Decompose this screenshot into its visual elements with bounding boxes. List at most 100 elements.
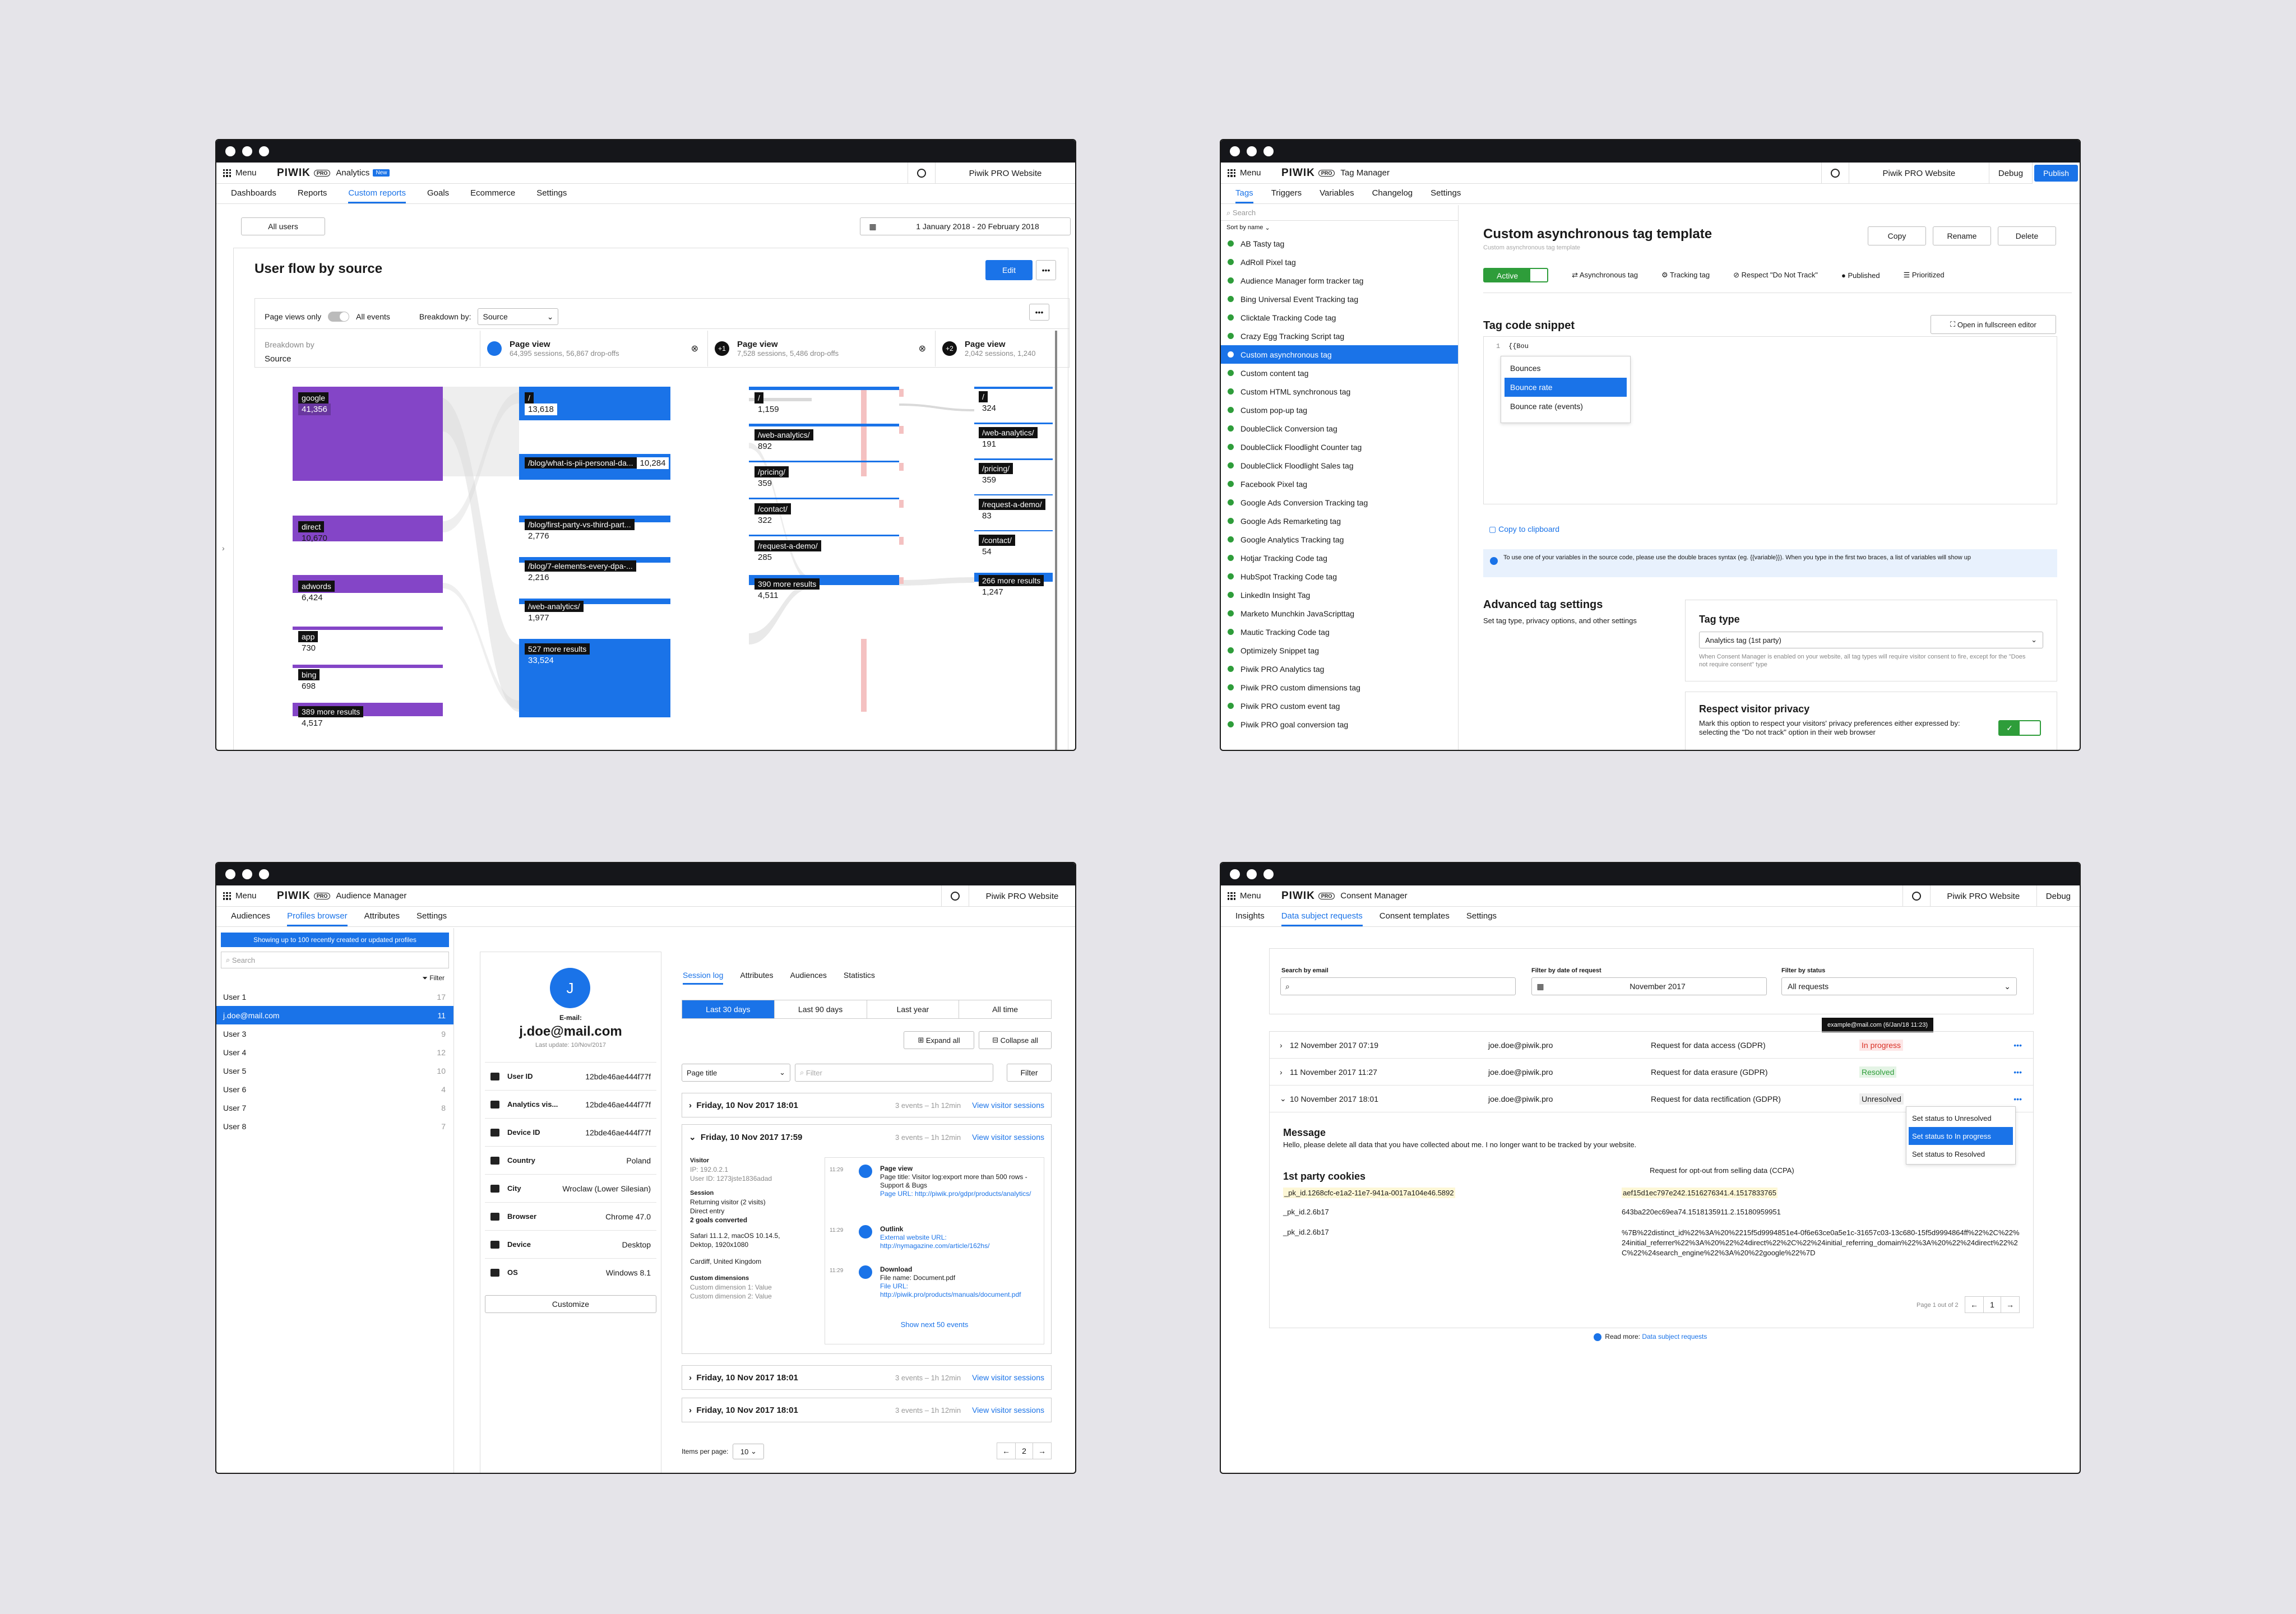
email-search-input[interactable]: ⌕ [1280,977,1516,995]
debug-button[interactable]: Debug [2036,885,2080,907]
filter-button[interactable]: ⏷ Filter [216,968,453,987]
tag-list-item[interactable]: Piwik PRO goal conversion tag [1221,715,1458,734]
fullscreen-button[interactable]: ⛶ Open in fullscreen editor [1931,315,2056,334]
read-more-link[interactable]: Data subject requests [1642,1333,1707,1341]
tag-list-item[interactable]: HubSpot Tracking Code tag [1221,567,1458,586]
table-row[interactable]: › 11 November 2017 11:27 joe.doe@piwik.pro… [1270,1059,2033,1086]
tag-list-item[interactable]: Custom pop-up tag [1221,401,1458,419]
tag-list-item[interactable]: Piwik PRO custom event tag [1221,697,1458,715]
view-sessions-link[interactable]: View visitor sessions [972,1406,1044,1414]
tag-list-item[interactable]: Crazy Egg Tracking Script tag [1221,327,1458,345]
table-row[interactable]: › 12 November 2017 07:19 joe.doe@piwik.pro… [1270,1032,2033,1059]
items-select[interactable]: 10 ⌄ [733,1444,765,1459]
tag-list-item[interactable]: Google Ads Conversion Tracking tag [1221,493,1458,512]
tag-list-item[interactable]: LinkedIn Insight Tag [1221,586,1458,604]
user-list-item[interactable]: User 78 [216,1098,453,1117]
tag-list-item[interactable]: Custom asynchronous tag [1221,345,1458,364]
globe-icon[interactable] [1902,885,1930,907]
copy-button[interactable]: Copy [1868,226,1926,245]
window-control[interactable] [1263,869,1274,879]
tag-list-item[interactable]: Piwik PRO Analytics tag [1221,660,1458,678]
tag-list-item[interactable]: Piwik PRO custom dimensions tag [1221,678,1458,697]
range-90-days[interactable]: Last 90 days [774,1000,867,1018]
tag-list-item[interactable]: Marketo Munchkin JavaScripttag [1221,604,1458,623]
more-options-icon[interactable]: ••• [2013,1094,2022,1103]
next-page-icon[interactable]: → [1033,1443,1051,1459]
tag-search-input[interactable]: ⌕ Search [1221,205,1458,221]
more-options-icon[interactable]: ••• [2013,1068,2022,1077]
window-control[interactable] [1230,869,1240,879]
window-control[interactable] [242,869,252,879]
range-last-year[interactable]: Last year [866,1000,959,1018]
tag-list-item[interactable]: Optimizely Snippet tag [1221,641,1458,660]
prev-page-icon[interactable]: ← [997,1443,1015,1459]
search-input[interactable]: ⌕ Search [221,952,449,968]
tag-type-select[interactable]: Analytics tag (1st party) ⌄ [1699,632,2043,648]
website-selector[interactable]: Piwik PRO Website [1929,885,2036,907]
session-row[interactable]: › Friday, 10 Nov 2017 18:01 3 events – 1h… [682,1398,1052,1422]
publish-button[interactable]: Publish [2034,165,2078,182]
tag-list-item[interactable]: Mautic Tracking Code tag [1221,623,1458,641]
copy-clipboard-link[interactable]: ▢ Copy to clipboard [1489,525,1559,534]
suggestion-item[interactable]: Bounces [1501,359,1630,378]
tag-list-item[interactable]: Hotjar Tracking Code tag [1221,549,1458,567]
tag-list-item[interactable]: Bing Universal Event Tracking tag [1221,290,1458,308]
range-all-time[interactable]: All time [959,1000,1051,1018]
menu-item[interactable]: Set status to In progress [1909,1127,2013,1145]
tab-data-subject-requests[interactable]: Data subject requests [1281,911,1363,926]
range-30-days[interactable]: Last 30 days [682,1000,774,1018]
prev-page-icon[interactable]: ← [1965,1297,1983,1312]
tab-insights[interactable]: Insights [1235,911,1265,926]
collapse-all-button[interactable]: ⊟ Collapse all [979,1031,1052,1049]
window-control[interactable] [1247,869,1257,879]
view-sessions-link[interactable]: View visitor sessions [972,1373,1044,1382]
window-control[interactable] [1247,146,1257,156]
globe-icon[interactable] [1821,163,1849,184]
tag-list-item[interactable]: Google Ads Remarketing tag [1221,512,1458,530]
user-list-item[interactable]: User 64 [216,1080,453,1098]
tab-audiences[interactable]: Audiences [790,971,827,985]
tab-tags[interactable]: Tags [1235,188,1253,203]
tag-list-item[interactable]: AB Tasty tag [1221,234,1458,253]
tab-audiences[interactable]: Audiences [231,911,270,926]
tab-consent-templates[interactable]: Consent templates [1380,911,1450,926]
tab-session-log[interactable]: Session log [683,971,724,985]
view-sessions-link[interactable]: View visitor sessions [972,1133,1044,1142]
view-sessions-link[interactable]: View visitor sessions [972,1101,1044,1110]
session-row[interactable]: › Friday, 10 Nov 2017 18:01 3 events – 1h… [682,1365,1052,1390]
suggestion-item[interactable]: Bounce rate (events) [1501,397,1630,416]
tag-list-item[interactable]: DoubleClick Conversion tag [1221,419,1458,438]
tag-list-item[interactable]: Custom content tag [1221,364,1458,382]
expand-all-button[interactable]: ⊞ Expand all [904,1031,974,1049]
tab-settings[interactable]: Settings [1431,188,1461,203]
tag-list-item[interactable]: Google Analytics Tracking tag [1221,530,1458,549]
tab-settings[interactable]: Settings [416,911,447,926]
tag-list-item[interactable]: Clicktale Tracking Code tag [1221,308,1458,327]
user-list-item[interactable]: j.doe@mail.com 11 [216,1006,453,1024]
next-page-icon[interactable]: → [2001,1297,2019,1312]
filter-button[interactable]: Filter [1007,1064,1052,1082]
tag-list-item[interactable]: Custom HTML synchronous tag [1221,382,1458,401]
user-list-item[interactable]: User 4 12 [216,1043,453,1061]
show-next-link[interactable]: Show next 50 events [825,1320,1044,1329]
page-title-select[interactable]: Page title ⌄ [682,1064,790,1082]
website-selector[interactable]: Piwik PRO Website [1848,163,1989,184]
tab-attributes[interactable]: Attributes [364,911,400,926]
tab-attributes[interactable]: Attributes [740,971,773,985]
filter-input[interactable]: ⌕ Filter [795,1064,993,1082]
window-control[interactable] [259,869,269,879]
customize-button[interactable]: Customize [485,1295,656,1313]
debug-button[interactable]: Debug [1988,163,2032,184]
menu-button[interactable]: Menu [1228,891,1281,901]
tab-profiles-browser[interactable]: Profiles browser [287,911,348,926]
flow-node[interactable] [293,627,443,630]
user-list-item[interactable]: User 5 10 [216,1061,453,1080]
tab-variables[interactable]: Variables [1320,188,1354,203]
rename-button[interactable]: Rename [1933,226,1991,245]
menu-button[interactable]: Menu [223,891,277,901]
flow-node[interactable] [293,665,443,668]
privacy-toggle[interactable]: ✓ [1998,720,2041,736]
session-row[interactable]: › Friday, 10 Nov 2017 18:01 3 events – 1h… [682,1093,1052,1117]
tab-triggers[interactable]: Triggers [1271,188,1302,203]
sort-selector[interactable]: Sort by name ⌄ [1221,221,1458,234]
